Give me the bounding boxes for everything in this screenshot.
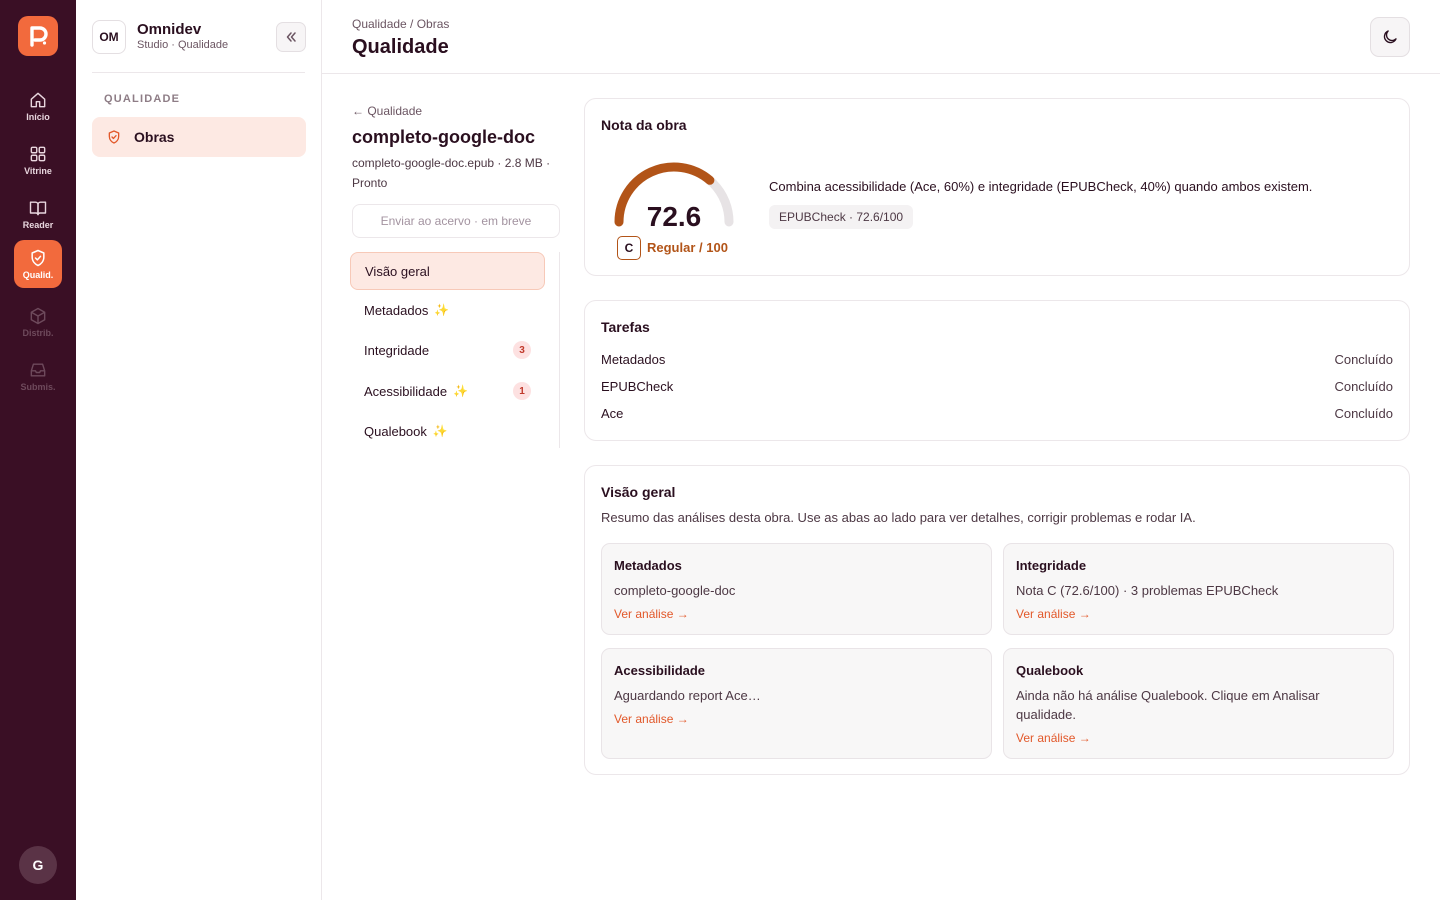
sidebar-item-label: Obras — [134, 129, 175, 145]
task-row: EPUBCheck Concluído — [601, 379, 1393, 399]
back-link[interactable]: ← Qualidade — [352, 104, 422, 118]
box-icon — [30, 307, 46, 325]
rail-item-label: Submis. — [20, 382, 56, 392]
task-row: Ace Concluído — [601, 406, 1393, 426]
summary-card-title: Qualebook — [1016, 663, 1084, 678]
score-card: Nota da obra 72.6 C Regular / 100 Combin… — [584, 98, 1410, 276]
task-status: Concluído — [1334, 406, 1393, 421]
overview-subtitle: Resumo das análises desta obra. Use as a… — [601, 510, 1196, 525]
rail-item-label: Qualid. — [22, 270, 54, 280]
task-name: EPUBCheck — [601, 379, 674, 394]
collapse-sidebar-button[interactable] — [276, 22, 306, 52]
tab-metadados[interactable]: Metadados ✨ — [350, 291, 545, 329]
home-icon — [30, 92, 46, 108]
sparkles-icon: ✨ — [453, 384, 469, 398]
tasks-card: Tarefas Metadados Concluído EPUBCheck Co… — [584, 300, 1410, 441]
sidebar-item-obras[interactable]: Obras — [92, 117, 306, 157]
shield-check-icon — [108, 130, 120, 144]
tab-qualebook[interactable]: Qualebook ✨ — [350, 412, 545, 450]
summary-card-body: Nota C (72.6/100) · 3 problemas EPUBChec… — [1016, 583, 1279, 598]
rail-item-qualidade[interactable]: Qualid. — [14, 240, 62, 288]
task-status: Concluído — [1334, 352, 1393, 367]
task-status: Concluído — [1334, 379, 1393, 394]
view-analysis-link[interactable]: Ver análise → — [1016, 731, 1091, 745]
summary-card-title: Acessibilidade — [614, 663, 706, 678]
rail-item-label: Reader — [22, 220, 54, 230]
app-logo-icon[interactable] — [18, 16, 58, 56]
task-row: Metadados Concluído — [601, 352, 1393, 372]
view-analysis-link[interactable]: Ver análise → — [614, 607, 689, 621]
summary-card-body: Ainda não há análise Qualebook. Clique e… — [1016, 688, 1320, 722]
breadcrumb: Qualidade / Obras — [352, 17, 450, 31]
book-icon — [29, 201, 47, 216]
summary-card-acessibilidade: Acessibilidade Aguardando report Ace… Ve… — [601, 648, 992, 759]
rail-item-inicio[interactable]: Início — [14, 82, 62, 130]
rail-item-label: Vitrine — [24, 166, 52, 176]
work-title: completo-google-doc — [352, 127, 535, 147]
rail-item-distrib[interactable]: Distrib. — [14, 298, 62, 346]
tasks-card-title: Tarefas — [601, 319, 650, 335]
summary-card-title: Metadados — [614, 558, 682, 573]
issue-count-badge: 3 — [513, 341, 531, 359]
sidebar-section-label: QUALIDADE — [104, 93, 181, 105]
sidebar-divider — [92, 72, 305, 73]
tab-visao-geral[interactable]: Visão geral — [350, 252, 545, 290]
tab-acessibilidade[interactable]: Acessibilidade ✨ 1 — [350, 372, 545, 410]
app-rail: Início Vitrine Reader Qualid. Distrib. S… — [0, 0, 76, 900]
tab-label: Acessibilidade — [364, 383, 448, 399]
summary-card-body: completo-google-doc — [614, 583, 736, 598]
overview-card: Visão geral Resumo das análises desta ob… — [584, 465, 1410, 775]
score-card-title: Nota da obra — [601, 117, 687, 133]
sidebar: OM Omnidev Studio · Qualidade QUALIDADE … — [76, 0, 322, 900]
tab-integridade[interactable]: Integridade 3 — [350, 331, 545, 369]
rail-item-reader[interactable]: Reader — [14, 190, 62, 238]
summary-card-integridade: Integridade Nota C (72.6/100) · 3 proble… — [1003, 543, 1394, 635]
sparkles-icon: ✨ — [434, 303, 450, 317]
inbox-icon — [30, 363, 46, 377]
org-name: Omnidev — [137, 21, 202, 38]
task-name: Ace — [601, 406, 624, 421]
epubcheck-score-chip: EPUBCheck · 72.6/100 — [769, 205, 914, 229]
analysis-tabs: Visão geral Metadados ✨ Integridade 3 Ac… — [350, 252, 560, 448]
grade-badge: C — [617, 236, 641, 260]
grid-icon — [30, 146, 46, 162]
rail-item-vitrine[interactable]: Vitrine — [14, 136, 62, 184]
rail-item-label: Distrib. — [22, 328, 54, 338]
theme-toggle-button[interactable] — [1370, 17, 1410, 57]
summary-card-title: Integridade — [1016, 558, 1087, 573]
score-value: 72.6 — [646, 201, 702, 232]
issue-count-badge: 1 — [513, 382, 531, 400]
rail-item-submis[interactable]: Submis. — [14, 352, 62, 400]
shield-check-icon — [31, 249, 45, 267]
user-avatar[interactable]: G — [19, 846, 57, 884]
send-to-collection-button[interactable]: Enviar ao acervo · em breve — [352, 204, 560, 238]
view-analysis-link[interactable]: Ver análise → — [1016, 607, 1091, 621]
page-header: Qualidade / Obras Qualidade — [322, 0, 1440, 74]
tab-label: Integridade — [364, 342, 430, 358]
tab-label: Qualebook — [364, 423, 427, 439]
work-meta: completo-google-doc.epub · 2.8 MB · Pron… — [352, 156, 551, 190]
moon-icon — [1383, 30, 1397, 44]
tab-label: Metadados — [364, 302, 429, 318]
summary-card-body: Aguardando report Ace… — [614, 688, 761, 703]
org-subtitle: Studio · Qualidade — [137, 39, 229, 51]
summary-card-qualebook: Qualebook Ainda não há análise Qualebook… — [1003, 648, 1394, 759]
summary-card-metadados: Metadados completo-google-doc Ver anális… — [601, 543, 992, 635]
org-badge[interactable]: OM — [92, 20, 126, 54]
sparkles-icon: ✨ — [432, 424, 448, 438]
page-title: Qualidade — [352, 36, 449, 58]
chevrons-left-icon — [286, 32, 296, 42]
rail-item-label: Início — [26, 112, 50, 122]
view-analysis-link[interactable]: Ver análise → — [614, 712, 689, 726]
overview-card-title: Visão geral — [601, 484, 676, 500]
grade-label: Regular / 100 — [647, 240, 728, 255]
task-name: Metadados — [601, 352, 666, 367]
tab-label: Visão geral — [365, 263, 430, 279]
score-description: Combina acessibilidade (Ace, 60%) e inte… — [769, 179, 1313, 194]
